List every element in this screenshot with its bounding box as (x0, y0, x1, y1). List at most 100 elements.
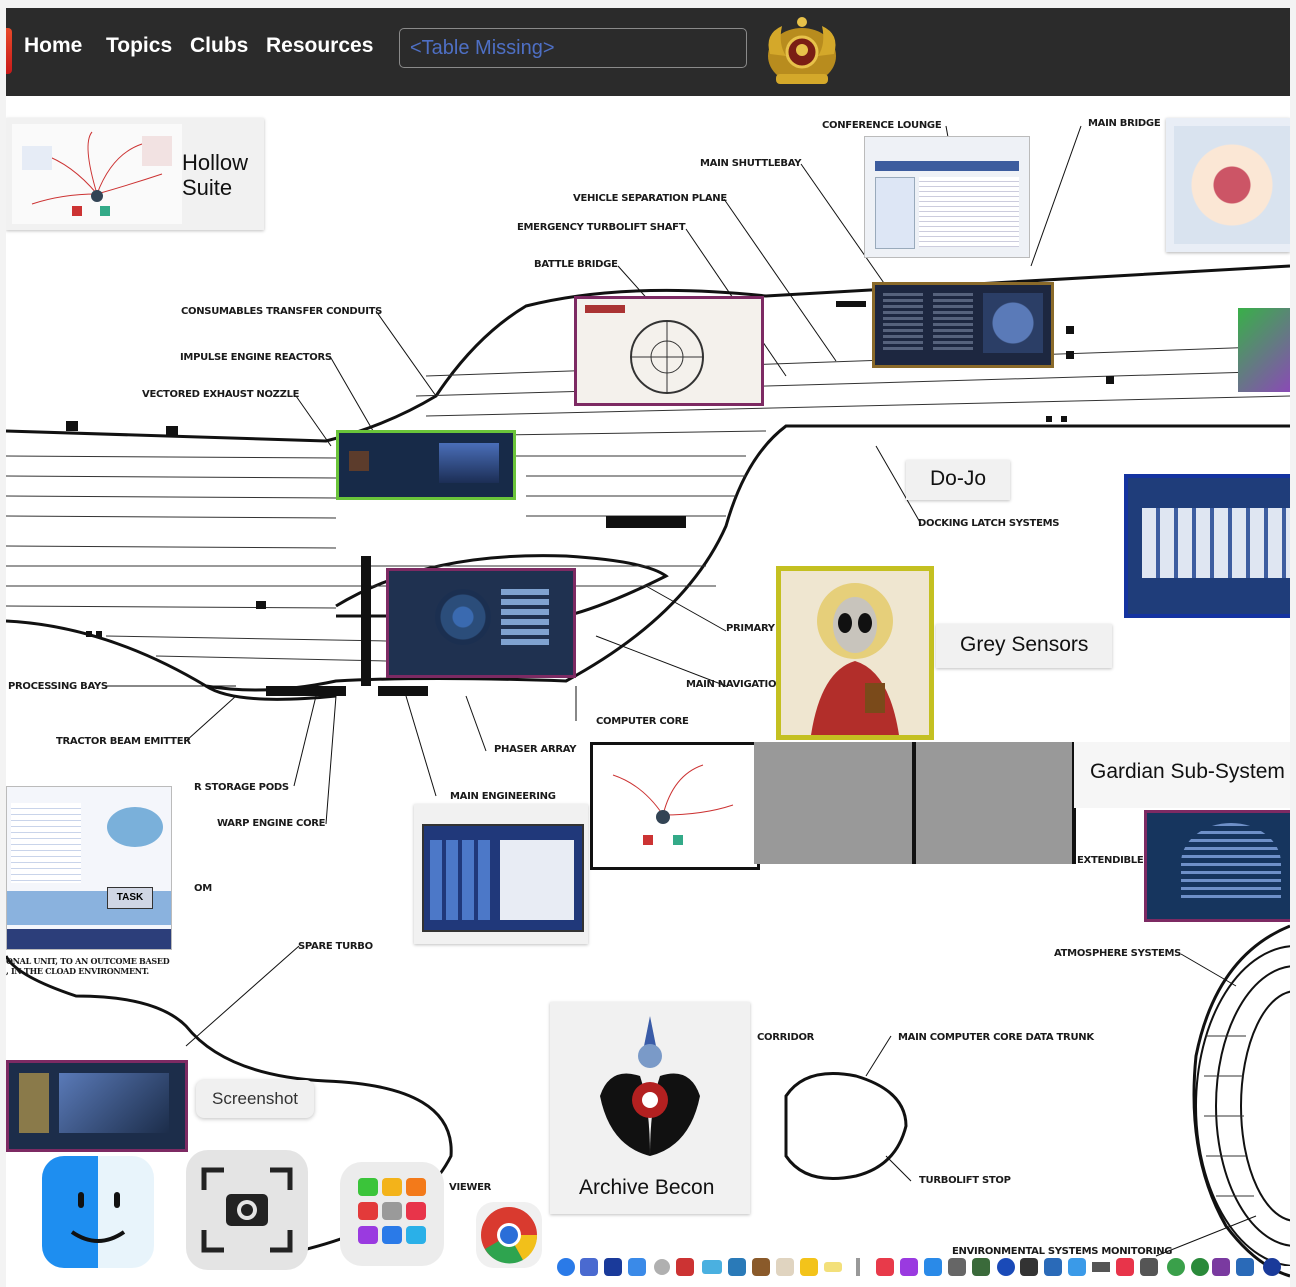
callout-main-shuttlebay: MAIN SHUTTLEBAY (700, 158, 802, 169)
dojo-label: Do-Jo (930, 467, 987, 490)
callout-main-bridge: MAIN BRIDGE (1088, 118, 1161, 129)
callout-extendible: EXTENDIBLE (1077, 855, 1144, 866)
screen-graphic (983, 293, 1043, 353)
callout-storage-pods: R STORAGE PODS (194, 782, 289, 793)
diagram-footer (7, 929, 171, 949)
blue-panel-graphic (1142, 508, 1290, 578)
engineering-screen-panel[interactable] (386, 568, 576, 678)
panel-header-bar (875, 161, 1019, 171)
brand-logo-icon[interactable] (6, 28, 12, 74)
callout-battle-bridge: BATTLE BRIDGE (534, 259, 618, 270)
callout-docking-latch: DOCKING LATCH SYSTEMS (918, 518, 1060, 529)
hollow-suite-label: Hollow Suite (182, 150, 249, 200)
grey-sensors-label: Grey Sensors (960, 633, 1089, 656)
search-input[interactable] (399, 28, 747, 68)
panel-content (1174, 126, 1290, 244)
callout-spare-turbo: SPARE TURBO (298, 941, 373, 952)
chrome-icon[interactable] (476, 1202, 542, 1268)
archive-becon-label: Archive Becon (579, 1176, 715, 1199)
callout-vectored: VECTORED EXHAUST NOZZLE (142, 389, 300, 400)
dock-tooltip: Screenshot (196, 1080, 314, 1118)
shuttlebay-screen-panel[interactable] (872, 282, 1054, 368)
extendible-screen-panel[interactable] (1144, 810, 1290, 922)
callout-computer-core: COMPUTER CORE (596, 716, 689, 727)
callout-main-engineering: MAIN ENGINEERING (450, 791, 556, 802)
callout-om: OM (194, 883, 212, 894)
callout-vehicle-separation-plane: VEHICLE SEPARATION PLANE (573, 193, 727, 204)
nav-home[interactable]: Home (24, 34, 82, 58)
chrome-logo-icon (481, 1207, 538, 1264)
callout-primary: PRIMARY (726, 623, 775, 634)
board-canvas: CONFERENCE LOUNGE MAIN BRIDGE MAIN SHUTT… (6, 96, 1290, 1287)
finder-face-icon (70, 1192, 126, 1243)
tablet-grid (430, 840, 494, 920)
finder-icon[interactable] (42, 1156, 154, 1268)
task-button[interactable]: TASK (107, 887, 153, 909)
grey-sensors-tile[interactable]: Grey Sensors (936, 624, 1112, 668)
callout-processing-bays: PROCESSING BAYS (8, 681, 108, 692)
nozzle-graphic (439, 443, 499, 483)
archive-becon-tile[interactable]: Archive Becon (550, 1002, 750, 1214)
top-navbar: Home Topics Clubs Resources (6, 8, 1290, 96)
spare-turbo-panel[interactable] (6, 1060, 188, 1152)
radial-deck-schematic (1195, 945, 1290, 1266)
gardian-label: Gardian Sub-System (1090, 760, 1285, 783)
callout-consumables: CONSUMABLES TRANSFER CONDUITS (181, 306, 383, 317)
battle-bridge-panel[interactable] (574, 296, 764, 406)
top-right-screenshot-panel[interactable] (1166, 118, 1290, 252)
launchpad-icon[interactable] (340, 1162, 444, 1266)
callout-main-navigation: MAIN NAVIGATION (686, 679, 785, 690)
mind-map-thumbnail-icon (12, 124, 182, 224)
diagram-list (11, 803, 81, 883)
nav-topics[interactable]: Topics (106, 34, 172, 58)
crest-emblem-icon[interactable] (762, 14, 842, 92)
callout-emergency-turbolift-shaft: EMERGENCY TURBOLIFT SHAFT (517, 222, 686, 233)
grey-block-1[interactable] (754, 742, 916, 864)
screenshot-icon[interactable] (186, 1150, 308, 1270)
outcome-text-line1: ONAL UNIT, TO AN OUTCOME BASED (6, 956, 170, 966)
panel-table (919, 177, 1019, 247)
callout-tractor: TRACTOR BEAM EMITTER (56, 736, 191, 747)
screen-text-block (883, 293, 923, 353)
alien-portrait-icon (781, 571, 929, 735)
dock-mini-icons[interactable] (556, 1252, 1290, 1282)
panel-list (875, 177, 915, 249)
callout-main-computer-trunk: MAIN COMPUTER CORE DATA TRUNK (898, 1032, 1094, 1043)
callout-turbolift-stop: TURBOLIFT STOP (919, 1175, 1011, 1186)
tablet-tools (500, 840, 574, 920)
conference-lounge-panel[interactable] (864, 136, 1030, 258)
callout-viewer: VIEWER (449, 1182, 492, 1193)
screen-text-block (933, 293, 973, 353)
hollow-suite-tile[interactable]: Hollow Suite (6, 118, 264, 230)
blue-frame-panel[interactable] (1124, 474, 1290, 618)
tablet-screen (422, 824, 584, 932)
extendible-graphic (1181, 823, 1281, 903)
engine-graphic (435, 589, 491, 645)
callout-warp-core: WARP ENGINE CORE (217, 818, 326, 829)
camera-icon (201, 1167, 293, 1253)
app-grid-icon (358, 1178, 426, 1244)
callout-impulse: IMPULSE ENGINE REACTORS (180, 352, 332, 363)
dojo-tile[interactable]: Do-Jo (906, 460, 1010, 500)
nav-resources[interactable]: Resources (266, 34, 373, 58)
callout-atmosphere: ATMOSPHERE SYSTEMS (1054, 948, 1182, 959)
engineering-tablet-tile[interactable] (414, 804, 588, 944)
gardian-tile[interactable]: Gardian Sub-System (1074, 742, 1290, 808)
callout-conference-lounge: CONFERENCE LOUNGE (822, 120, 942, 131)
turbo-thumb (19, 1073, 49, 1133)
grey-block-2[interactable] (916, 742, 1076, 864)
grey-sensors-image[interactable] (776, 566, 934, 740)
turbo-graphic (59, 1073, 169, 1133)
callout-corridor: CORRIDOR (757, 1032, 815, 1043)
right-edge-panel[interactable] (1238, 308, 1290, 392)
nozzle-screen-panel[interactable] (336, 430, 516, 500)
diagram-cloud (107, 807, 163, 847)
engine-stack (501, 589, 549, 649)
left-diagram-panel[interactable]: TASK (6, 786, 172, 950)
callout-phaser: PHASER ARRAY (494, 744, 577, 755)
mind-map-panel[interactable] (590, 742, 760, 870)
nav-clubs[interactable]: Clubs (190, 34, 248, 58)
mind-map-icon (612, 764, 734, 845)
app-frame: Home Topics Clubs Resources <Table Missi… (6, 8, 1290, 1287)
archive-logo-icon (600, 1016, 700, 1156)
